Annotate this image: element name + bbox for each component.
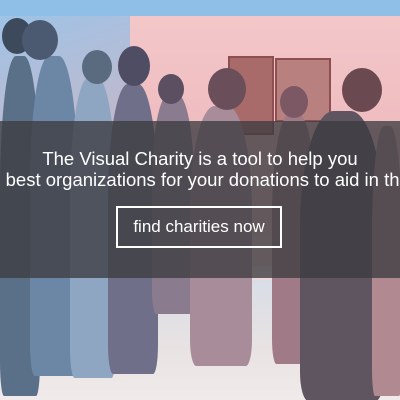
crowd-person-head [158,74,184,104]
crowd-person-head [22,20,58,60]
crowd-person-head [342,68,382,112]
hero-headline-line-2: find the best organizations for your don… [0,169,400,190]
crowd-person-head [280,86,308,118]
top-bar [0,0,400,16]
crowd-person-head [208,68,246,110]
hero-headline-line-1: The Visual Charity is a tool to help you [42,149,358,169]
crowd-person-head [82,50,112,84]
hero-headline: The Visual Charity is a tool to help you… [0,149,400,193]
find-charities-button[interactable]: find charities now [116,206,282,248]
crowd-person-head [118,46,150,86]
hero-text-overlay [0,121,400,278]
